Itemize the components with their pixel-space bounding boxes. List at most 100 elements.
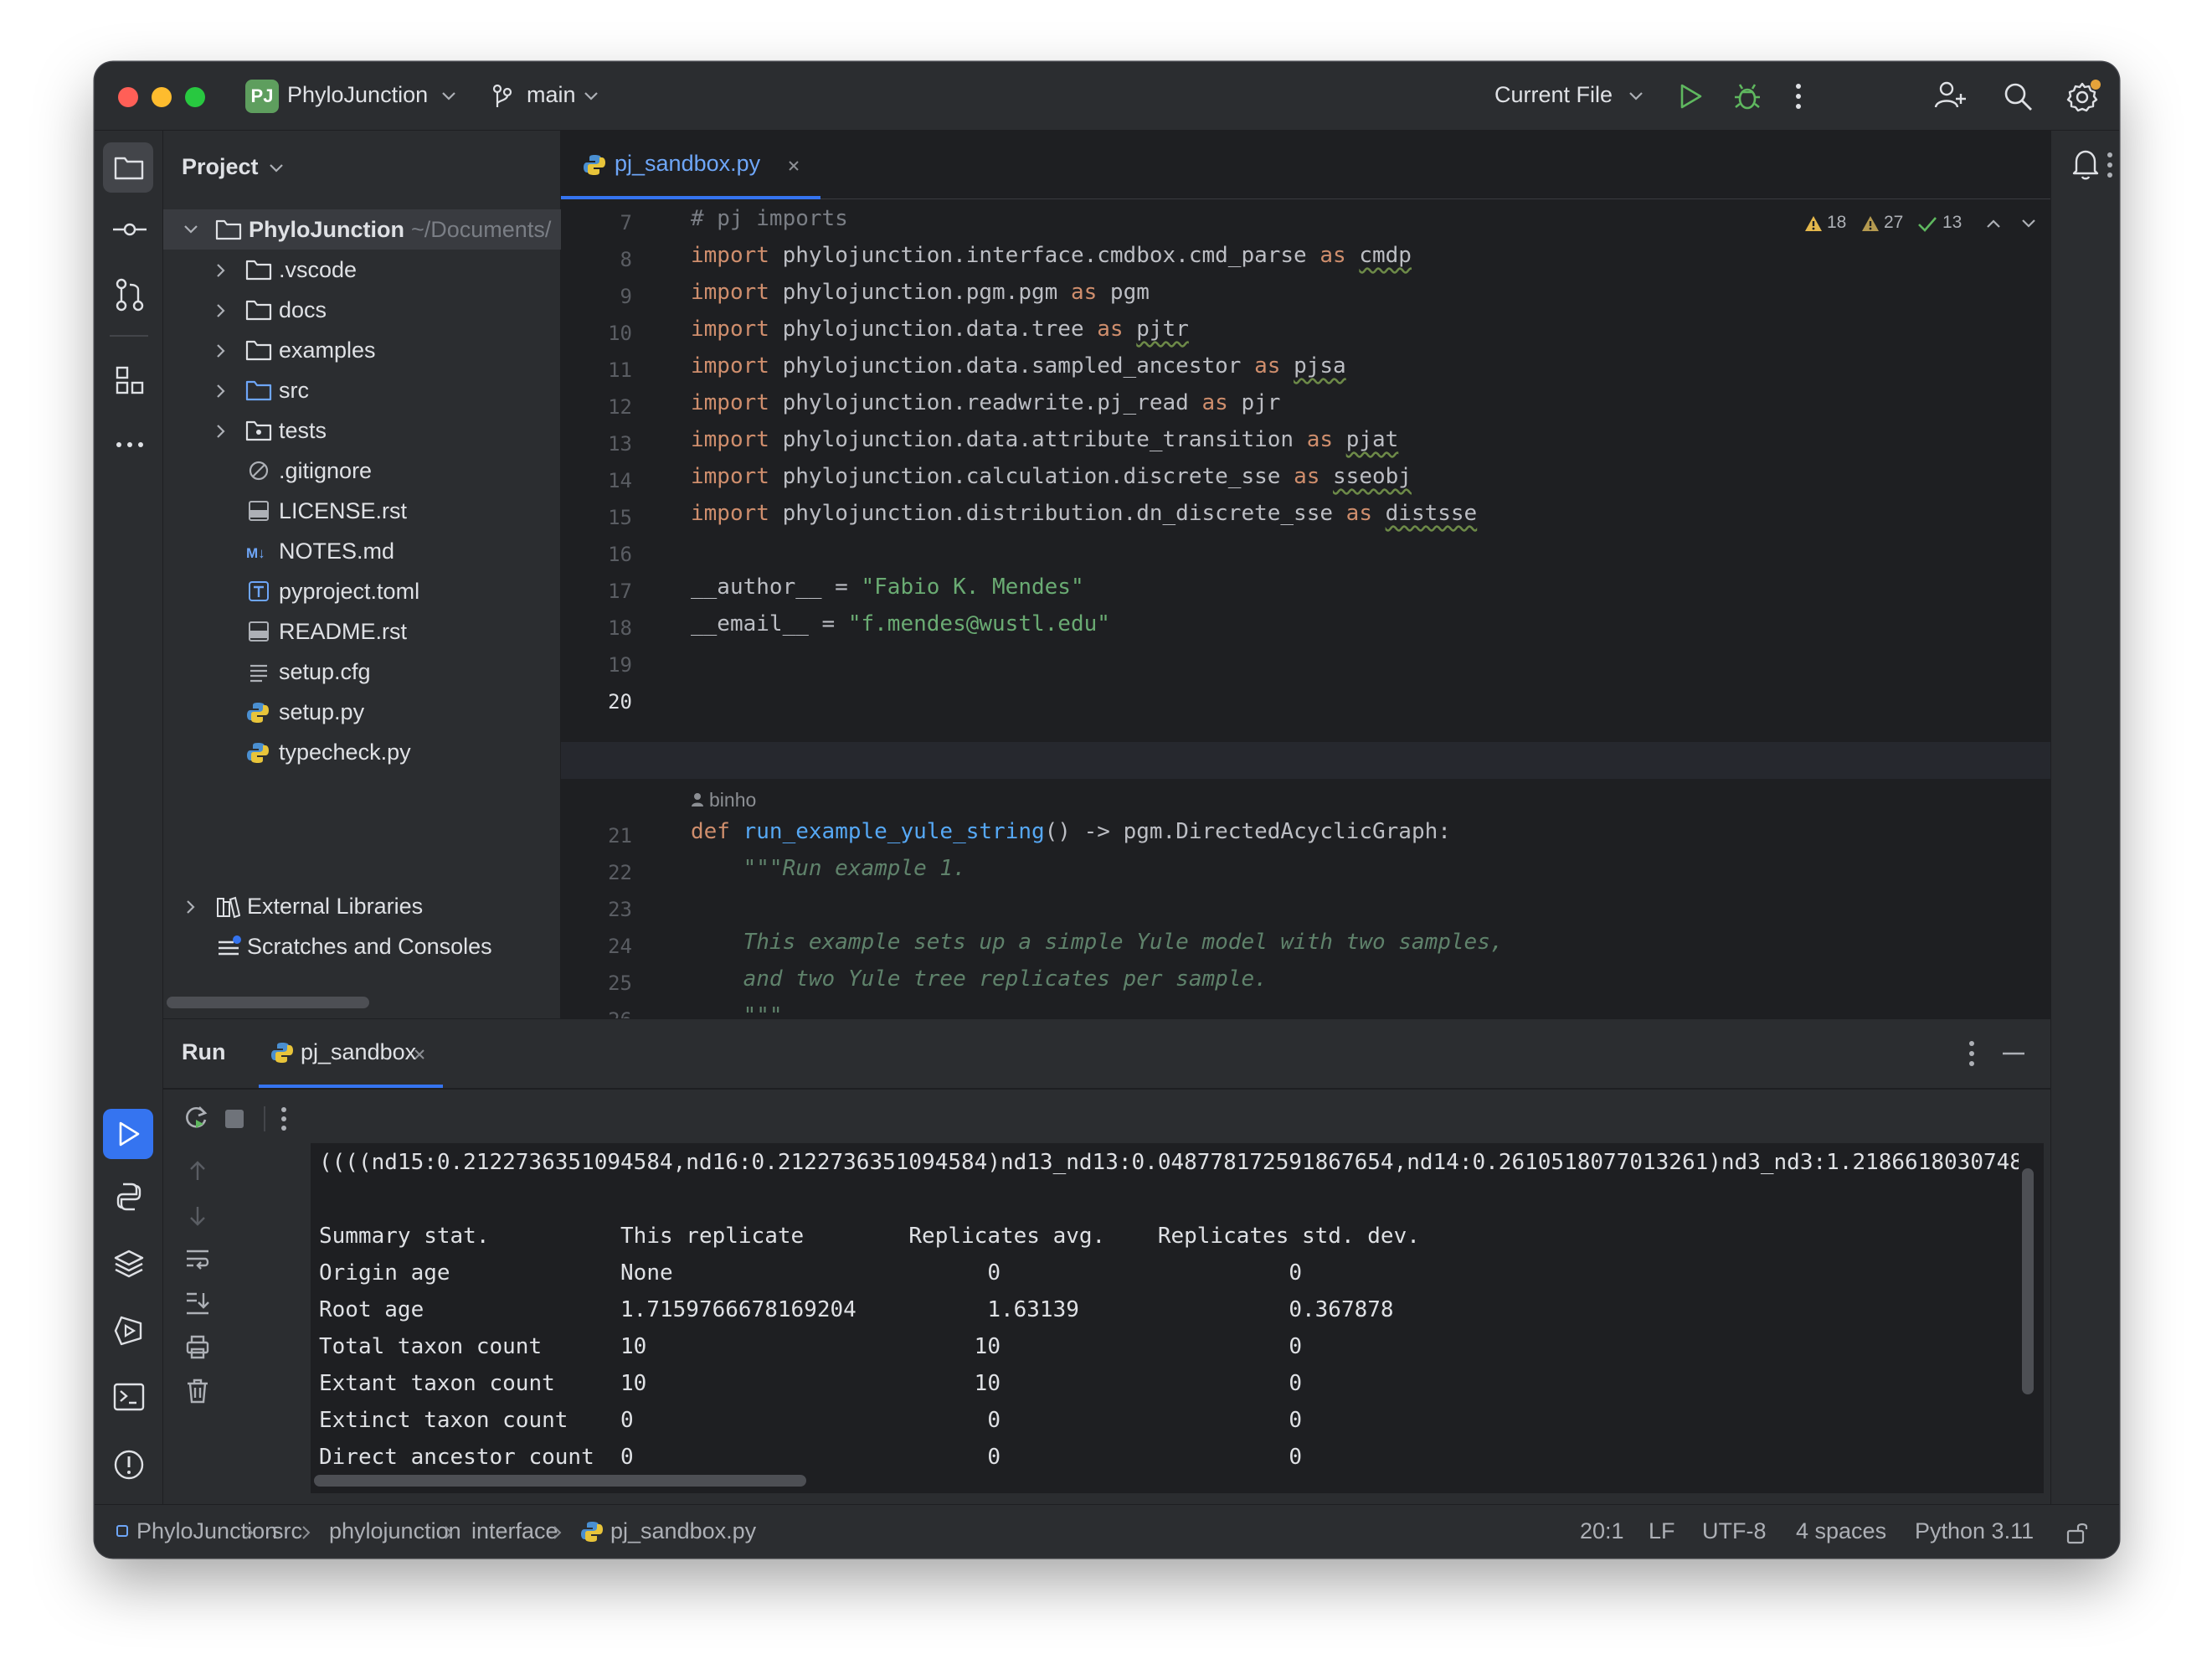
code-line-18[interactable]: __email__ = "f.mendes@wustl.edu" <box>691 611 1110 636</box>
tree-item-notes-md[interactable]: M↓ NOTES.md <box>163 531 561 571</box>
stop-button[interactable] <box>225 1110 244 1128</box>
print-icon[interactable] <box>185 1334 210 1359</box>
console-vertical-scrollbar[interactable] <box>2022 1168 2034 1394</box>
project-tool-button[interactable] <box>103 142 153 193</box>
tree-item-readme-rst[interactable]: README.rst <box>163 611 561 652</box>
project-badge[interactable]: PJ <box>245 80 279 113</box>
code-line-13[interactable]: import phylojunction.data.attribute_tran… <box>691 427 1398 452</box>
tree-item-external-libraries[interactable]: External Libraries <box>163 886 561 926</box>
console-horizontal-scrollbar[interactable] <box>314 1475 806 1487</box>
structure-icon[interactable] <box>115 365 145 395</box>
tree-item-scratches[interactable]: Scratches and Consoles <box>163 926 561 966</box>
chevron-right-icon[interactable] <box>215 424 227 439</box>
breadcrumb-item[interactable]: interface <box>471 1518 558 1544</box>
soft-wrap-icon[interactable] <box>185 1247 210 1270</box>
layers-icon[interactable] <box>113 1248 145 1280</box>
notifications-bell-icon[interactable] <box>2071 147 2100 181</box>
settings-gear-icon[interactable] <box>2065 79 2101 114</box>
maximize-window-button[interactable] <box>185 87 205 107</box>
code-line-21[interactable]: def run_example_yule_string() -> pgm.Dir… <box>691 819 1451 844</box>
more-actions-icon[interactable] <box>1794 82 1803 111</box>
tree-item-examples[interactable]: examples <box>163 330 561 370</box>
tree-item-typecheck-py[interactable]: typecheck.py <box>163 732 561 772</box>
close-tab-icon[interactable] <box>787 159 800 173</box>
code-line-14[interactable]: import phylojunction.calculation.discret… <box>691 464 1412 489</box>
run-configuration-selector[interactable]: Current File <box>1494 82 1613 108</box>
commit-icon[interactable] <box>113 221 147 238</box>
tree-item-gitignore[interactable]: .gitignore <box>163 451 561 491</box>
close-window-button[interactable] <box>118 87 138 107</box>
editor-tabs-more-icon[interactable] <box>2107 151 2113 179</box>
branch-switcher[interactable]: main <box>527 82 576 108</box>
project-switcher[interactable]: PhyloJunction <box>287 82 428 108</box>
tree-item-pyproject-toml[interactable]: pyproject.toml <box>163 571 561 611</box>
minimize-window-button[interactable] <box>152 87 172 107</box>
run-toolbar-more-icon[interactable] <box>280 1105 287 1133</box>
hide-panel-icon[interactable] <box>2002 1051 2025 1056</box>
run-tab-pj-sandbox[interactable]: pj_sandbox <box>259 1019 443 1088</box>
tree-item-docs[interactable]: docs <box>163 290 561 330</box>
scroll-up-icon[interactable] <box>188 1160 207 1182</box>
code-line-11[interactable]: import phylojunction.data.sampled_ancest… <box>691 353 1346 379</box>
chevron-down-icon[interactable] <box>269 162 284 174</box>
python-interpreter[interactable]: Python 3.11 <box>1915 1518 2034 1544</box>
code-line-12[interactable]: import phylojunction.readwrite.pj_read a… <box>691 390 1280 415</box>
chevron-down-icon[interactable] <box>1628 90 1644 102</box>
breadcrumb-item[interactable]: src <box>272 1518 302 1544</box>
chevron-down-icon[interactable] <box>183 224 198 235</box>
python-console-icon[interactable] <box>113 1181 145 1213</box>
chevron-right-icon[interactable] <box>215 263 227 278</box>
run-icon[interactable] <box>1677 82 1704 111</box>
tree-item-src[interactable]: src <box>163 370 561 410</box>
pull-requests-icon[interactable] <box>115 278 145 312</box>
code-line-22[interactable]: """Run example 1. <box>691 856 966 881</box>
scroll-down-icon[interactable] <box>188 1205 207 1227</box>
terminal-icon[interactable] <box>113 1382 145 1412</box>
run-tool-button[interactable] <box>103 1109 153 1159</box>
run-panel-options-icon[interactable] <box>1968 1039 1975 1068</box>
indentation[interactable]: 4 spaces <box>1796 1518 1886 1544</box>
code-line-10[interactable]: import phylojunction.data.tree as pjtr <box>691 317 1189 342</box>
debug-icon[interactable] <box>1732 80 1762 112</box>
chevron-down-icon[interactable] <box>441 90 456 102</box>
chevron-right-icon[interactable] <box>215 343 227 358</box>
chevron-up-icon[interactable] <box>1986 218 2001 229</box>
tree-item-setup-cfg[interactable]: setup.cfg <box>163 652 561 692</box>
code-line-26[interactable]: """ <box>691 1003 783 1017</box>
chevron-right-icon[interactable] <box>215 303 227 318</box>
project-horizontal-scrollbar[interactable] <box>167 997 369 1008</box>
code-line-24[interactable]: This example sets up a simple Yule model… <box>691 930 1504 955</box>
console-output[interactable]: ((((nd15:0.2122736351094584,nd16:0.21227… <box>311 1143 2044 1493</box>
code-line-7[interactable]: # pj imports <box>691 206 848 231</box>
tree-item-license-rst[interactable]: LICENSE.rst <box>163 491 561 531</box>
file-encoding[interactable]: UTF-8 <box>1702 1518 1767 1544</box>
more-tools-icon[interactable] <box>115 441 145 449</box>
breadcrumb-item[interactable]: PhyloJunction <box>136 1518 277 1544</box>
close-tab-icon[interactable] <box>413 1048 426 1061</box>
tree-item-setup-py[interactable]: setup.py <box>163 692 561 732</box>
code-line-8[interactable]: import phylojunction.interface.cmdbox.cm… <box>691 243 1412 268</box>
chevron-down-icon[interactable] <box>2021 218 2036 229</box>
chevron-right-icon[interactable] <box>185 899 197 915</box>
problems-icon[interactable] <box>113 1449 145 1481</box>
editor-tab-pj-sandbox[interactable]: pj_sandbox.py <box>561 131 820 199</box>
line-separator[interactable]: LF <box>1649 1518 1675 1544</box>
add-user-icon[interactable] <box>1933 79 1967 112</box>
code-line-15[interactable]: import phylojunction.distribution.dn_dis… <box>691 501 1477 526</box>
search-icon[interactable] <box>2002 80 2034 112</box>
services-icon[interactable] <box>113 1315 145 1347</box>
chevron-right-icon[interactable] <box>215 384 227 399</box>
code-line-25[interactable]: and two Yule tree replicates per sample. <box>691 966 1268 992</box>
tree-item-tests[interactable]: tests <box>163 410 561 451</box>
tree-root-phylojunction[interactable]: PhyloJunction ~/Documents/ <box>163 209 561 250</box>
lock-icon[interactable] <box>2065 1520 2089 1545</box>
caret-position[interactable]: 20:1 <box>1580 1518 1624 1544</box>
tree-item-vscode[interactable]: .vscode <box>163 250 561 290</box>
breadcrumb-item[interactable]: pj_sandbox.py <box>610 1518 756 1544</box>
scroll-to-end-icon[interactable] <box>185 1291 210 1316</box>
code-line-9[interactable]: import phylojunction.pgm.pgm as pgm <box>691 280 1150 305</box>
project-panel-title[interactable]: Project <box>182 154 259 180</box>
code-line-17[interactable]: __author__ = "Fabio K. Mendes" <box>691 575 1084 600</box>
clear-all-trash-icon[interactable] <box>185 1378 210 1404</box>
breadcrumb-item[interactable]: phylojunction <box>329 1518 461 1544</box>
